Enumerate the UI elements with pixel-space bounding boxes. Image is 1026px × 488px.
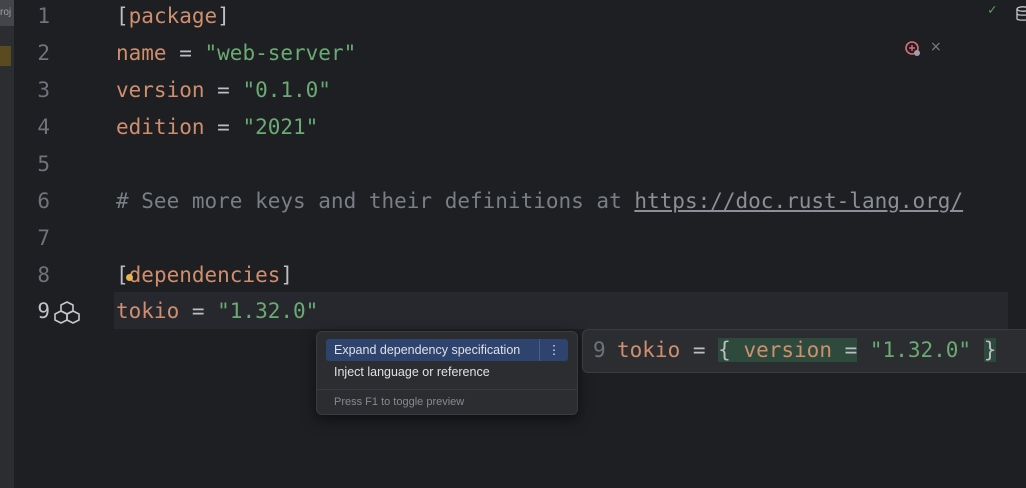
preview-value: "1.32.0" bbox=[857, 338, 984, 362]
project-tool-strip[interactable]: roj bbox=[0, 0, 14, 488]
intention-preview-panel: 9 tokio = { version = "1.32.0" } bbox=[582, 329, 1026, 373]
preview-inner-equals: = bbox=[844, 338, 858, 362]
line-number-8: 8 bbox=[37, 263, 50, 287]
code-line-2[interactable]: name = "web-server" bbox=[116, 35, 356, 72]
preview-brace-open: { bbox=[718, 338, 731, 362]
code-line-9[interactable]: tokio = "1.32.0" bbox=[116, 293, 318, 330]
line-number-1: 1 bbox=[37, 4, 50, 28]
intention-bulb-icon[interactable] bbox=[125, 274, 133, 281]
preview-line-number: 9 bbox=[593, 338, 606, 362]
divider bbox=[317, 389, 577, 390]
value-name: "web-server" bbox=[204, 41, 357, 65]
code-line-6[interactable]: # See more keys and their definitions at… bbox=[116, 183, 963, 220]
line-number-3: 3 bbox=[37, 78, 50, 102]
preview-code: tokio = { version = "1.32.0" } bbox=[617, 330, 997, 370]
line-number-7: 7 bbox=[37, 226, 50, 250]
comment-link[interactable]: https://doc.rust-lang.org/ bbox=[634, 189, 963, 213]
key-edition: edition bbox=[116, 115, 205, 139]
bracket-close: ] bbox=[280, 263, 294, 287]
bracket-open: [ bbox=[116, 4, 129, 28]
line-number-2: 2 bbox=[37, 41, 50, 65]
more-options-icon[interactable]: ⋮ bbox=[539, 339, 568, 361]
key-version: version bbox=[116, 78, 205, 102]
code-line-3[interactable]: version = "0.1.0" bbox=[116, 72, 331, 109]
bracket-close: ] bbox=[217, 4, 230, 28]
key-name: name bbox=[116, 41, 167, 65]
line-number-9: 9 bbox=[37, 299, 50, 323]
preview-inner-key: version bbox=[730, 338, 845, 362]
preview-brace-close: } bbox=[983, 338, 997, 362]
intention-actions-popup: Expand dependency specification ⋮ Inject… bbox=[316, 331, 578, 415]
section-dependencies: dependencies bbox=[128, 263, 281, 287]
inspection-ok-icon[interactable]: ✓ bbox=[988, 2, 996, 18]
close-icon[interactable]: × bbox=[930, 39, 942, 55]
equals: = bbox=[204, 115, 243, 139]
action-label: Inject language or reference bbox=[334, 365, 490, 379]
equals: = bbox=[204, 78, 243, 102]
section-package: package bbox=[128, 4, 218, 28]
action-label: Expand dependency specification bbox=[334, 343, 521, 357]
code-line-4[interactable]: edition = "2021" bbox=[116, 109, 318, 146]
code-line-1[interactable]: [package] bbox=[116, 0, 230, 35]
expand-dependency-action[interactable]: Expand dependency specification ⋮ bbox=[326, 339, 568, 361]
database-icon[interactable] bbox=[1016, 6, 1026, 22]
preview-hint: Press F1 to toggle preview bbox=[334, 396, 465, 408]
preview-equals: = bbox=[680, 338, 719, 362]
comment-text: # See more keys and their definitions at bbox=[116, 189, 635, 213]
line-number-5: 5 bbox=[37, 152, 50, 176]
value-version: "0.1.0" bbox=[242, 78, 331, 102]
code-line-8[interactable]: [dependencies] bbox=[116, 257, 293, 294]
line-number-6: 6 bbox=[37, 189, 50, 213]
equals: = bbox=[179, 299, 218, 323]
project-tab[interactable]: roj bbox=[0, 0, 14, 26]
line-number-4: 4 bbox=[37, 115, 50, 139]
key-tokio: tokio bbox=[116, 299, 180, 323]
ai-assistant-icon[interactable] bbox=[904, 40, 922, 58]
preview-key: tokio bbox=[617, 338, 681, 362]
inject-language-action[interactable]: Inject language or reference bbox=[326, 361, 568, 383]
value-edition: "2021" bbox=[242, 115, 319, 139]
value-tokio: "1.32.0" bbox=[217, 299, 319, 323]
change-marker bbox=[0, 46, 11, 66]
equals: = bbox=[166, 41, 205, 65]
cargo-crate-icon[interactable] bbox=[52, 300, 82, 324]
